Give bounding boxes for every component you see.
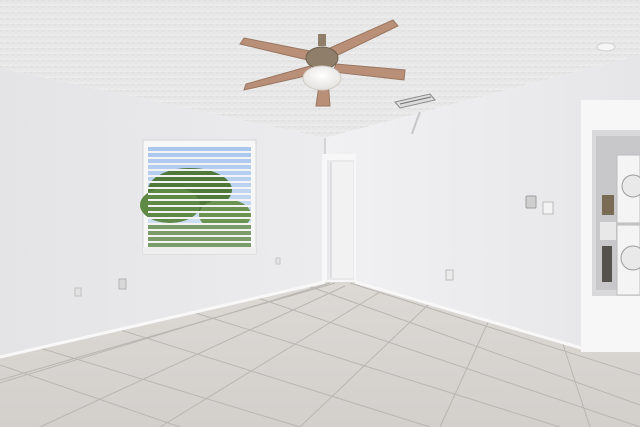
wall-outlet-far-left (74, 287, 82, 297)
room-illustration (0, 0, 640, 427)
fan-light-globe (302, 65, 342, 91)
window-with-blinds (140, 139, 257, 255)
wall-outlet-corner (275, 257, 281, 265)
wall-outlet-left (118, 278, 127, 290)
stacked-washer-dryer (616, 154, 640, 296)
wall-outlet-right (445, 269, 454, 281)
thermostat (525, 195, 537, 209)
light-switch (542, 201, 554, 215)
smoke-detector (596, 42, 616, 52)
room-photo (0, 0, 640, 427)
interior-doorway (322, 154, 356, 282)
